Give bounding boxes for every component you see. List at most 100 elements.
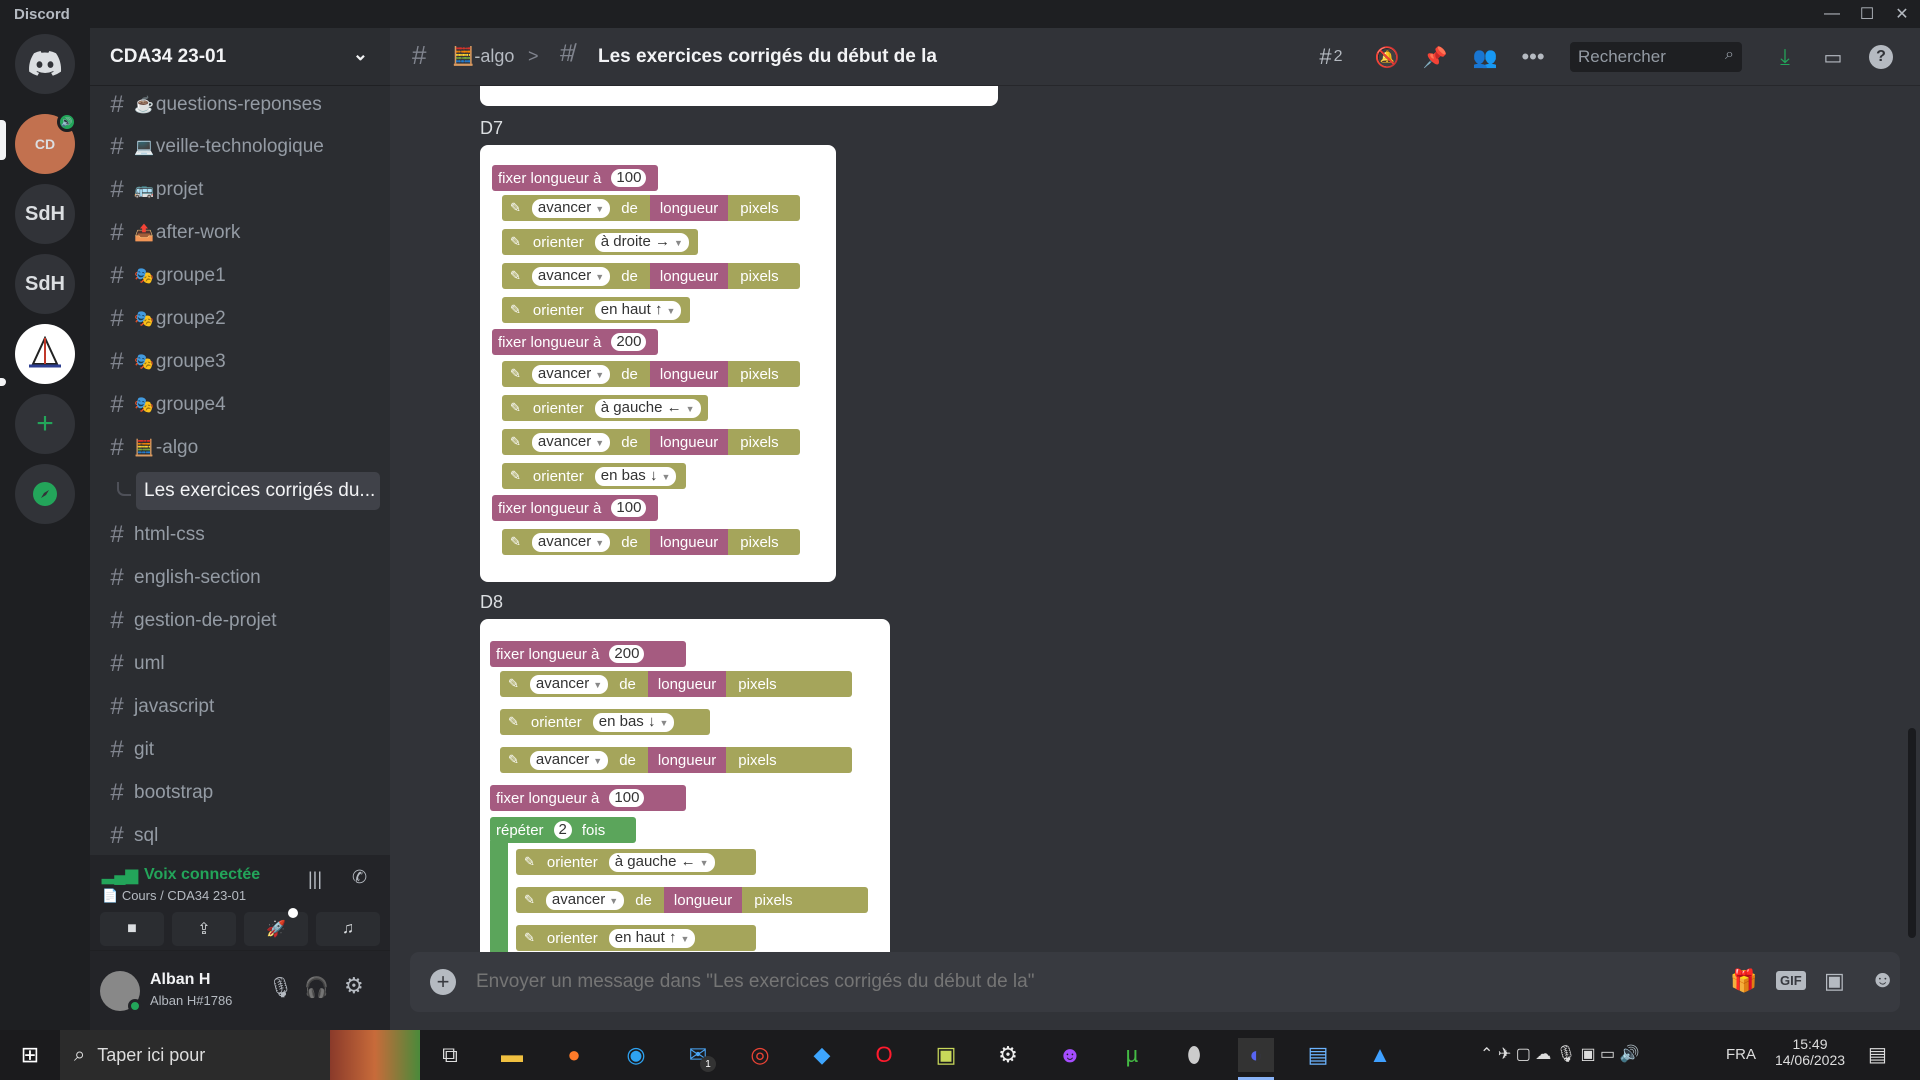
soundboard-button[interactable]: ♫ [316, 912, 380, 946]
sticker-icon[interactable]: ▣ [1824, 968, 1845, 994]
scrollbar[interactable] [1908, 728, 1916, 938]
block-text: de [619, 675, 636, 693]
microphone-icon[interactable]: 🎙 [268, 975, 293, 1000]
orient-block: ✎ orienter en haut ↑ ▼ [516, 925, 756, 951]
channel-item[interactable]: # 📤 after-work [100, 214, 380, 252]
server-sailboat-icon[interactable] [15, 324, 75, 384]
variable-block: longueur [649, 529, 729, 555]
photos-icon[interactable]: ▲ [1362, 1038, 1398, 1072]
language-indicator[interactable]: FRA [1726, 1046, 1756, 1063]
clock[interactable]: 15:49 14/06/2023 [1770, 1036, 1850, 1068]
block-value: 100 [609, 789, 645, 807]
pin-icon[interactable]: 📌 [1420, 42, 1450, 72]
server-header[interactable]: CDA34 23-01 ⌄ [90, 28, 390, 86]
inbox-icon[interactable]: ▭ [1818, 42, 1848, 72]
noise-suppression-icon[interactable]: ||| [308, 869, 322, 890]
avatar[interactable] [100, 971, 142, 1013]
notification-muted-icon[interactable]: 🔕 [1372, 42, 1402, 72]
emoji-icon[interactable]: ☻ [1870, 966, 1895, 994]
d8-image[interactable]: fixer longueur à 200 ✎ avancer ▼ de longueur pi… [480, 619, 890, 972]
server-sdh-1[interactable]: SdH [15, 184, 75, 244]
channel-emoji: ☕ [134, 97, 154, 114]
channel-name: javascript [134, 696, 215, 717]
discord-home-button[interactable] [15, 34, 75, 94]
channel-item[interactable]: # 🎭 groupe2 [100, 300, 380, 338]
server-cda34-icon[interactable]: CD 🔊 [15, 112, 77, 174]
channel-item[interactable]: # 🎭 groupe1 [100, 257, 380, 295]
search-input[interactable]: Rechercher ⌕ [1570, 42, 1742, 72]
add-attachment-icon[interactable]: + [430, 969, 456, 995]
activity-button[interactable]: 🚀 [244, 908, 308, 946]
channel-name: questions-reponses [155, 94, 322, 115]
block-text: de [621, 433, 638, 451]
server-sdh-2[interactable]: SdH [15, 254, 75, 314]
system-tray-icons[interactable]: ⌃ ✈ ▢ ☁ 🎙 ▣ ▭ 🔊 [1480, 1044, 1640, 1064]
channel-item[interactable]: # sql [100, 817, 380, 855]
minimize-button[interactable]: — [1815, 0, 1849, 28]
set-length-block: fixer longueur à 200 [490, 641, 686, 667]
windows-start-icon[interactable]: ⊞ [12, 1038, 48, 1072]
unknown-app-icon[interactable]: ⬮ [1176, 1038, 1212, 1072]
channel-item[interactable]: # ☕ questions-reponses [100, 86, 380, 124]
channel-item[interactable]: # 💻 veille-technologique [100, 128, 380, 166]
headphones-icon[interactable]: 🎧 [304, 975, 329, 1000]
channel-item[interactable]: # 🚌 projet [100, 171, 380, 209]
notifications-icon[interactable]: ▤ [1868, 1042, 1887, 1067]
app-icon[interactable]: ▣ [928, 1038, 964, 1072]
close-window-button[interactable]: ✕ [1885, 0, 1919, 28]
previous-image[interactable] [480, 86, 998, 106]
soundboard-icon: ♫ [342, 920, 354, 937]
camera-button[interactable]: ■ [100, 912, 164, 946]
settings-gear-icon[interactable]: ⚙ [344, 973, 364, 999]
threads-button[interactable]: #2 [1307, 42, 1355, 72]
explore-servers-icon[interactable] [15, 464, 75, 524]
channel-item[interactable]: # git [100, 731, 380, 769]
chrome-icon[interactable]: ◎ [742, 1038, 778, 1072]
channel-item[interactable]: # javascript [100, 688, 380, 726]
chevron-down-icon: ⌄ [352, 44, 368, 64]
mail-icon[interactable]: ✉ 1 [680, 1038, 716, 1072]
channel-emoji: 🚌 [134, 182, 154, 199]
gift-icon[interactable]: 🎁 [1730, 968, 1757, 994]
block-text: de [619, 751, 636, 769]
block-text: fois [581, 821, 606, 839]
taskbar-search[interactable]: ⌕ Taper ici pour [60, 1030, 420, 1080]
channel-item[interactable]: # 🎭 groupe4 [100, 386, 380, 424]
disconnect-icon[interactable]: ✆ [352, 867, 367, 888]
block-text: de [621, 267, 638, 285]
thread-item[interactable]: Les exercices corrigés du... [136, 472, 380, 510]
settings-icon[interactable]: ⚙ [990, 1038, 1026, 1072]
gif-button[interactable]: GIF [1776, 971, 1806, 990]
block-dropdown: avancer ▼ [531, 432, 611, 452]
discord-taskbar-icon[interactable]: ◐ [1238, 1038, 1274, 1072]
channel-item[interactable]: # english-section [100, 559, 380, 597]
utorrent-icon[interactable]: µ [1114, 1038, 1150, 1072]
voice-location-link[interactable]: 📄 Cours / CDA34 23-01 [102, 888, 246, 904]
channel-item[interactable]: # 🧮 -algo [100, 429, 380, 467]
mask-app-icon[interactable]: ☻ [1052, 1038, 1088, 1072]
task-view-icon[interactable]: ⧉ [432, 1038, 468, 1072]
screen-share-button[interactable]: ⇪ [172, 912, 236, 946]
d7-image[interactable]: fixer longueur à 100 ✎ avancer ▼ de longueur pi… [480, 145, 836, 582]
channel-item[interactable]: # html-css [100, 516, 380, 554]
add-server-icon[interactable]: + [15, 394, 75, 454]
members-icon[interactable]: 👥 [1470, 42, 1500, 72]
block-text: pixels [740, 365, 779, 383]
channel-item[interactable]: # gestion-de-projet [100, 602, 380, 640]
firefox-icon[interactable]: ● [556, 1038, 592, 1072]
opera-icon[interactable]: O [866, 1038, 902, 1072]
window-app-icon[interactable]: ▤ [1300, 1038, 1336, 1072]
vscode-icon[interactable]: ◆ [804, 1038, 840, 1072]
channel-item[interactable]: # 🎭 groupe3 [100, 343, 380, 381]
pen-icon: ✎ [510, 234, 521, 249]
maximize-button[interactable]: ☐ [1850, 0, 1884, 28]
help-icon[interactable]: ? [1866, 42, 1896, 72]
file-explorer-icon[interactable]: ▬ [494, 1038, 530, 1072]
more-options-icon[interactable]: ••• [1518, 42, 1548, 72]
channel-item[interactable]: # bootstrap [100, 774, 380, 812]
message-input[interactable] [476, 966, 1626, 998]
parent-channel-link[interactable]: 🧮-algo [452, 46, 514, 67]
download-icon[interactable]: ⤓ [1770, 42, 1800, 72]
channel-item[interactable]: # uml [100, 645, 380, 683]
edge-icon[interactable]: ◉ [618, 1038, 654, 1072]
